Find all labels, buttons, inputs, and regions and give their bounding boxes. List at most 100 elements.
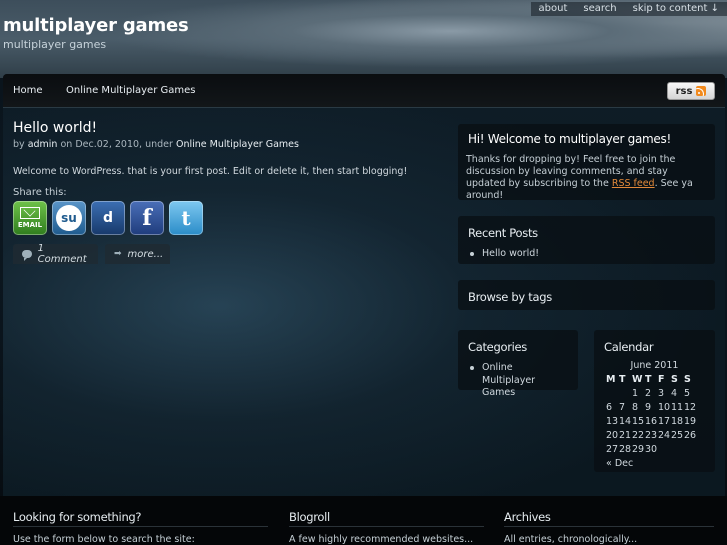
stumbleupon-share-icon[interactable]: su — [52, 201, 86, 235]
tags-title: Browse by tags — [468, 290, 552, 304]
calendar-day-cell: 10 — [658, 402, 671, 413]
twitter-share-icon[interactable]: t — [169, 201, 203, 235]
calendar-day-cell — [671, 443, 684, 456]
calendar-day-cell: 30 — [645, 444, 658, 455]
calendar-header-cell: T — [645, 374, 652, 385]
post-body: Welcome to WordPress. that is your first… — [13, 166, 408, 177]
calendar-day-cell: 12 — [684, 402, 697, 413]
calendar-header-cell: T — [619, 374, 626, 385]
share-row: EMAIL su d f t — [13, 201, 203, 235]
calendar-day-cell: 26 — [684, 430, 697, 441]
calendar-day-cell: 20 — [606, 430, 619, 441]
comments-label: 1 Comment — [37, 243, 87, 265]
calendar-day-cell: 2 — [645, 388, 652, 399]
calendar-day-cell: 27 — [606, 444, 619, 455]
calendar-day-cell — [684, 443, 697, 456]
calendar-caption: June 2011 — [630, 360, 679, 371]
calendar-prev-link[interactable]: « Dec — [594, 456, 715, 469]
post-meta-date: on Dec.02, 2010, under — [60, 139, 173, 150]
calendar-widget: Calendar June 2011 M T W T F S S 1 2 3 4 5 6 7 8 9 10 11 1… — [594, 330, 715, 472]
welcome-widget: Hi! Welcome to multiplayer games! Thanks… — [458, 124, 715, 201]
calendar-day-cell — [606, 387, 619, 400]
welcome-title: Hi! Welcome to multiplayer games! — [468, 132, 671, 146]
email-share-icon[interactable]: EMAIL — [13, 201, 47, 235]
calendar-day-cell: 7 — [619, 402, 626, 413]
recent-posts-widget: Recent Posts Hello world! — [458, 216, 715, 264]
calendar-title: Calendar — [604, 340, 654, 354]
nav-item-online-multiplayer-games[interactable]: Online Multiplayer Games — [66, 85, 195, 96]
calendar-day-cell: 28 — [619, 444, 632, 455]
footer-archives-title: Archives — [504, 510, 551, 524]
calendar-day-cell: 4 — [671, 388, 678, 399]
rss-button[interactable]: rss — [667, 82, 715, 100]
calendar-day-cell: 13 — [606, 416, 619, 427]
calendar-header-cell: S — [671, 374, 678, 385]
calendar-day-cell: 9 — [645, 402, 652, 413]
arrow-right-icon: ➡ — [114, 249, 122, 259]
calendar-header-cell: W — [632, 374, 643, 385]
facebook-share-icon[interactable]: f — [130, 201, 164, 235]
calendar-day-cell: 19 — [684, 416, 697, 427]
more-link[interactable]: ➡ more... — [105, 244, 170, 264]
tags-widget: Browse by tags — [458, 280, 715, 310]
categories-widget: Categories Online Multiplayer Games — [458, 330, 578, 398]
footer-archives-text: All entries, chronologically... — [504, 534, 638, 545]
footer-search-text: Use the form below to search the site: — [13, 534, 195, 545]
top-link-search[interactable]: search — [575, 2, 624, 16]
post-category-link[interactable]: Online Multiplayer Games — [176, 139, 299, 150]
calendar-day-cell: 6 — [606, 402, 613, 413]
nav-item-home[interactable]: Home — [13, 85, 43, 96]
share-label: Share this: — [13, 187, 67, 198]
rss-icon — [696, 86, 707, 96]
top-link-about[interactable]: about — [531, 2, 576, 16]
rss-label: rss — [675, 85, 693, 97]
calendar-day-cell: 5 — [684, 388, 691, 399]
comment-bubble-icon — [22, 250, 32, 261]
delicious-share-icon[interactable]: d — [91, 201, 125, 235]
calendar-day-cell: 17 — [658, 416, 671, 427]
calendar-day-cell: 25 — [671, 430, 684, 441]
top-nav: about search skip to content ↓ — [530, 2, 727, 16]
calendar-day-cell: 24 — [658, 430, 671, 441]
calendar-day-cell: 18 — [671, 416, 684, 427]
post-meta-by: by — [13, 139, 25, 150]
rss-feed-link[interactable]: RSS feed — [612, 178, 655, 189]
calendar-day-cell: 23 — [645, 430, 658, 441]
calendar-day-cell: 14 — [619, 416, 632, 427]
calendar-day-cell: 8 — [632, 402, 639, 413]
calendar-day-cell: 11 — [671, 402, 684, 413]
site-tagline: multiplayer games — [3, 38, 107, 51]
calendar-header-cell: S — [684, 374, 691, 385]
top-link-skip-to-content[interactable]: skip to content ↓ — [625, 2, 727, 16]
calendar-day-cell: 3 — [658, 388, 665, 399]
footer-blogroll-text: A few highly recommended websites... — [289, 534, 474, 545]
comments-link[interactable]: 1 Comment — [13, 243, 98, 265]
recent-posts-title: Recent Posts — [468, 226, 538, 240]
footer-divider — [289, 526, 484, 527]
calendar-day-cell: 1 — [632, 388, 639, 399]
calendar-day-cell: 16 — [645, 416, 658, 427]
main-navbar: Home Online Multiplayer Games rss — [3, 74, 725, 108]
welcome-text: Thanks for dropping by! Feel free to joi… — [466, 154, 693, 201]
main-content-area: Home Online Multiplayer Games rss Hello … — [3, 74, 725, 496]
calendar-grid: M T W T F S S 1 2 3 4 5 6 7 8 9 10 11 12 13 14 15 16 17 18 19 20 21… — [606, 373, 715, 456]
footer-divider — [13, 526, 268, 527]
footer-divider — [504, 526, 714, 527]
calendar-header-cell: F — [658, 374, 665, 385]
footer-search-title: Looking for something? — [13, 510, 142, 524]
calendar-day-cell — [658, 443, 671, 456]
footer: Looking for something? Use the form belo… — [0, 496, 727, 545]
post-meta: by admin on Dec.02, 2010, under Online M… — [13, 139, 299, 150]
post-author-link[interactable]: admin — [28, 139, 58, 150]
calendar-day-cell: 21 — [619, 430, 632, 441]
calendar-day-cell: 29 — [632, 444, 645, 455]
category-item[interactable]: Online Multiplayer Games — [470, 362, 568, 400]
more-label: more... — [127, 248, 164, 260]
site-title[interactable]: multiplayer games — [3, 15, 189, 36]
calendar-day-cell — [619, 387, 632, 400]
categories-title: Categories — [468, 340, 527, 354]
post-title[interactable]: Hello world! — [13, 120, 97, 136]
recent-post-item[interactable]: Hello world! — [470, 248, 705, 261]
calendar-day-cell: 22 — [632, 430, 645, 441]
calendar-day-cell: 15 — [632, 416, 645, 427]
